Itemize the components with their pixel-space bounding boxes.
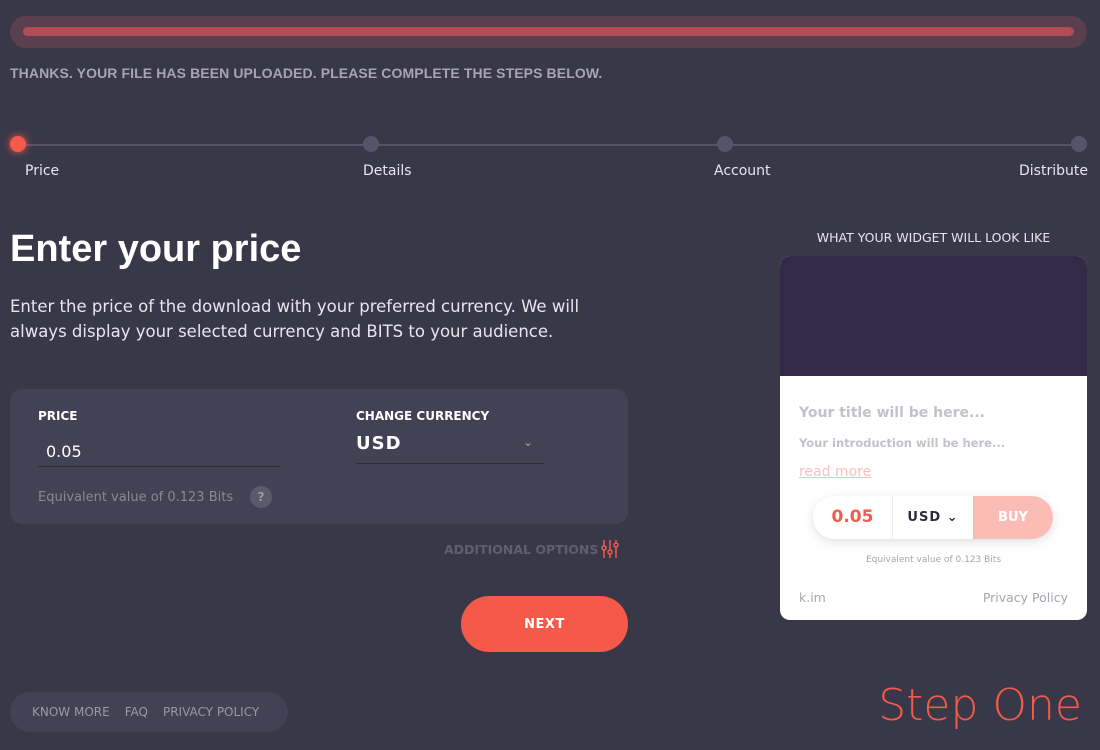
widget-preview: Your title will be here... Your introduc…	[780, 256, 1087, 620]
widget-buy-button[interactable]: BUY	[973, 496, 1053, 539]
footer-link-faq[interactable]: FAQ	[125, 705, 148, 719]
upload-message: THANKS. YOUR FILE HAS BEEN UPLOADED. PLE…	[10, 65, 603, 81]
help-icon[interactable]: ?	[250, 486, 272, 508]
widget-preview-heading: WHAT YOUR WIDGET WILL LOOK LIKE	[816, 230, 1051, 245]
page-title: Enter your price	[10, 228, 302, 270]
widget-read-more[interactable]: read more	[799, 464, 871, 480]
widget-price: 0.05	[813, 496, 893, 539]
step-dot-distribute[interactable]	[1071, 136, 1087, 152]
chevron-down-icon: ⌄	[946, 510, 959, 525]
step-dot-account[interactable]	[717, 136, 733, 152]
currency-value: USD	[356, 433, 402, 454]
upload-progress-bar	[10, 16, 1087, 48]
chevron-down-icon: ⌄	[522, 435, 534, 449]
widget-buy-box: 0.05 USD ⌄ BUY	[813, 496, 1053, 539]
widget-equivalent: Equivalent value of 0.123 Bits	[865, 555, 1002, 565]
step-label-price[interactable]: Price	[25, 163, 59, 179]
widget-title: Your title will be here...	[799, 405, 985, 421]
widget-currency-select[interactable]: USD ⌄	[893, 496, 973, 539]
next-button[interactable]: NEXT	[461, 596, 628, 652]
step-label-account[interactable]: Account	[714, 163, 771, 179]
footer-link-privacy[interactable]: PRIVACY POLICY	[163, 705, 259, 719]
upload-progress-fill	[23, 27, 1074, 36]
intro-text: Enter the price of the download with you…	[10, 297, 580, 341]
price-label: PRICE	[38, 409, 78, 423]
currency-label: CHANGE CURRENCY	[356, 409, 490, 423]
widget-banner	[780, 256, 1087, 376]
footer-link-know-more[interactable]: KNOW MORE	[32, 705, 110, 719]
widget-currency: USD	[907, 510, 942, 525]
step-caption: Step One	[878, 680, 1082, 731]
equivalent-value: Equivalent value of 0.123 Bits	[38, 490, 234, 505]
footer-links: KNOW MORE FAQ PRIVACY POLICY	[10, 692, 288, 732]
step-dot-price[interactable]	[10, 136, 26, 152]
additional-options-link[interactable]: ADDITIONAL OPTIONS	[444, 542, 598, 557]
widget-intro: Your introduction will be here...	[799, 436, 1006, 450]
widget-privacy-link[interactable]: Privacy Policy	[983, 590, 1068, 605]
price-card: PRICE CHANGE CURRENCY USD ⌄ Equivalent va…	[10, 389, 628, 524]
stepper-track	[18, 144, 1080, 146]
step-label-distribute[interactable]: Distribute	[1019, 163, 1088, 179]
step-label-details[interactable]: Details	[363, 163, 412, 179]
widget-brand[interactable]: k.im	[799, 590, 826, 605]
currency-select[interactable]: USD ⌄	[356, 433, 544, 464]
step-dot-details[interactable]	[363, 136, 379, 152]
price-input[interactable]	[38, 437, 280, 467]
sliders-icon[interactable]	[600, 540, 620, 558]
